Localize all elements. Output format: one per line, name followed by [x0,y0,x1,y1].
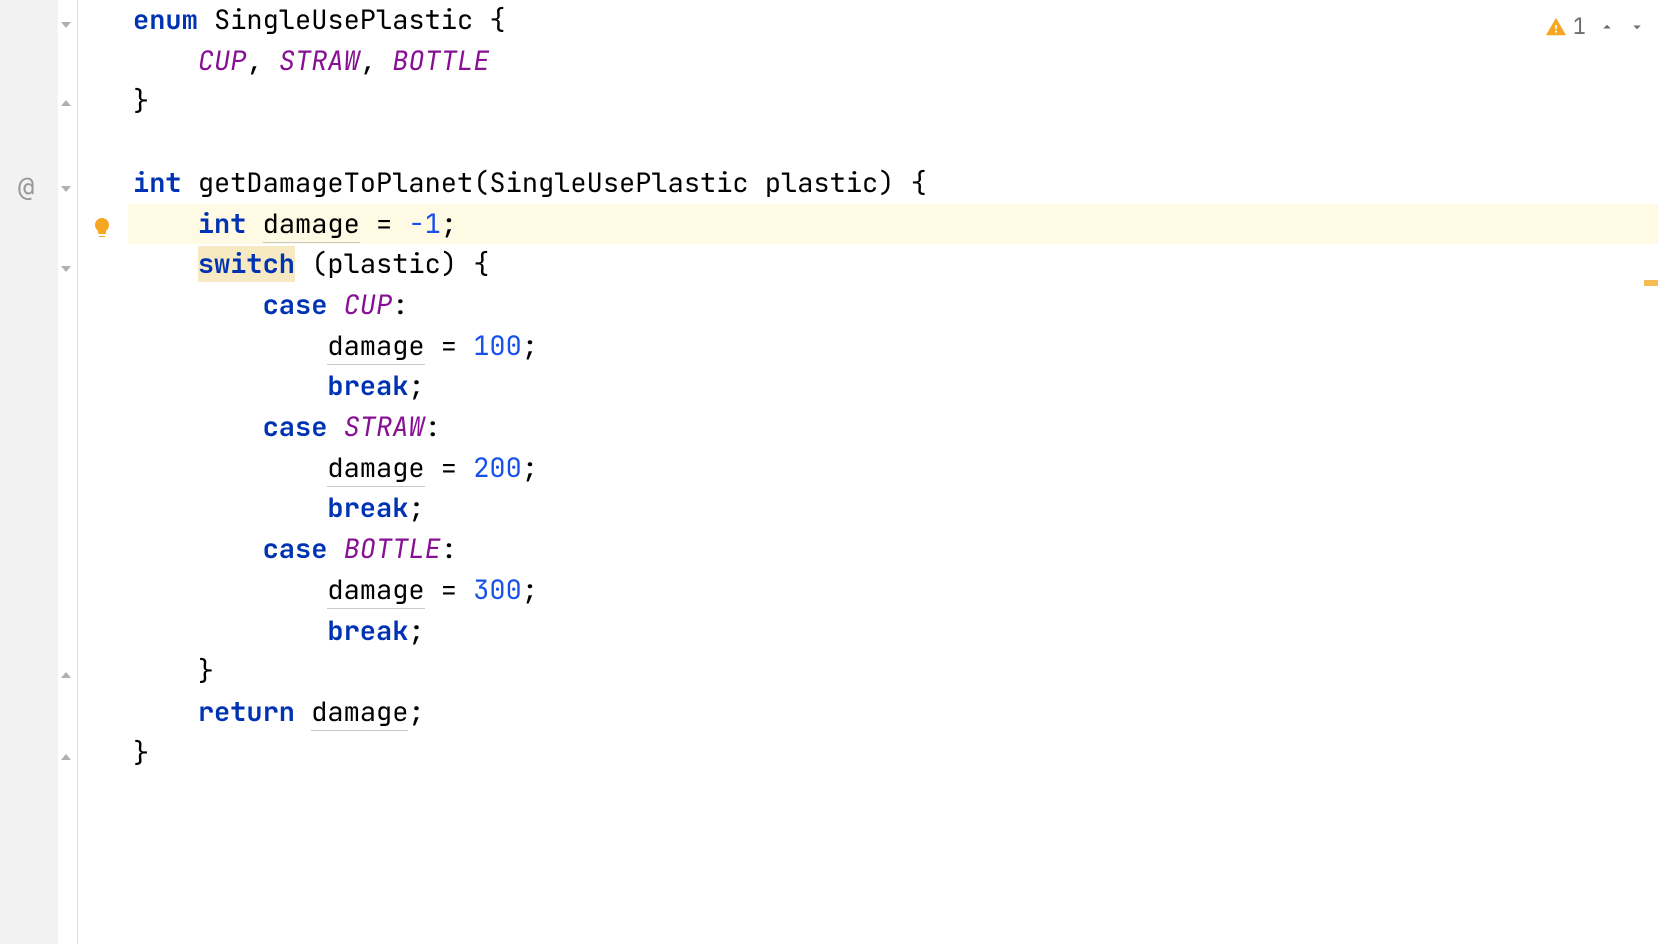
code-line[interactable]: damage = 100; [128,326,1658,367]
code-line[interactable]: break; [128,366,1658,407]
code-line[interactable]: break; [128,488,1658,529]
code-line[interactable]: int getDamageToPlanet(SingleUsePlastic p… [128,163,1658,204]
warning-icon [1545,16,1567,38]
code-line[interactable]: } [128,733,1658,774]
code-line[interactable]: return damage; [128,692,1658,733]
code-line[interactable]: damage = 200; [128,448,1658,489]
code-editor[interactable]: enum SingleUsePlastic { CUP, STRAW, BOTT… [128,0,1658,944]
next-highlight-icon[interactable] [1628,18,1646,36]
inspection-widget: 1 [1545,12,1646,41]
fold-marker-icon[interactable] [59,262,73,276]
code-line[interactable]: case BOTTLE: [128,529,1658,570]
fold-marker-icon[interactable] [59,18,73,32]
scrollbar-warning-marker[interactable] [1644,280,1658,286]
code-line[interactable]: int damage = -1; [128,204,1658,245]
prev-highlight-icon[interactable] [1598,18,1616,36]
intention-bulb-icon[interactable] [90,213,114,237]
code-line[interactable]: case CUP: [128,285,1658,326]
fold-marker-icon[interactable] [59,750,73,764]
code-line[interactable]: } [128,81,1658,122]
author-annotation[interactable]: @ [18,172,34,203]
fold-marker-icon[interactable] [59,182,73,196]
code-line[interactable]: switch (plastic) { [128,244,1658,285]
code-line[interactable] [128,122,1658,163]
fold-marker-icon[interactable] [59,96,73,110]
code-line[interactable]: CUP, STRAW, BOTTLE [128,41,1658,82]
code-line[interactable]: enum SingleUsePlastic { [128,0,1658,41]
code-line[interactable]: } [128,651,1658,692]
fold-marker-icon[interactable] [59,668,73,682]
warning-indicator[interactable]: 1 [1545,12,1586,41]
fold-gutter [58,0,78,944]
editor-gutter: @ [0,0,58,944]
warning-count: 1 [1573,12,1586,41]
code-line[interactable]: damage = 300; [128,570,1658,611]
code-line[interactable]: break; [128,611,1658,652]
intention-gutter [78,0,128,944]
code-line[interactable]: case STRAW: [128,407,1658,448]
